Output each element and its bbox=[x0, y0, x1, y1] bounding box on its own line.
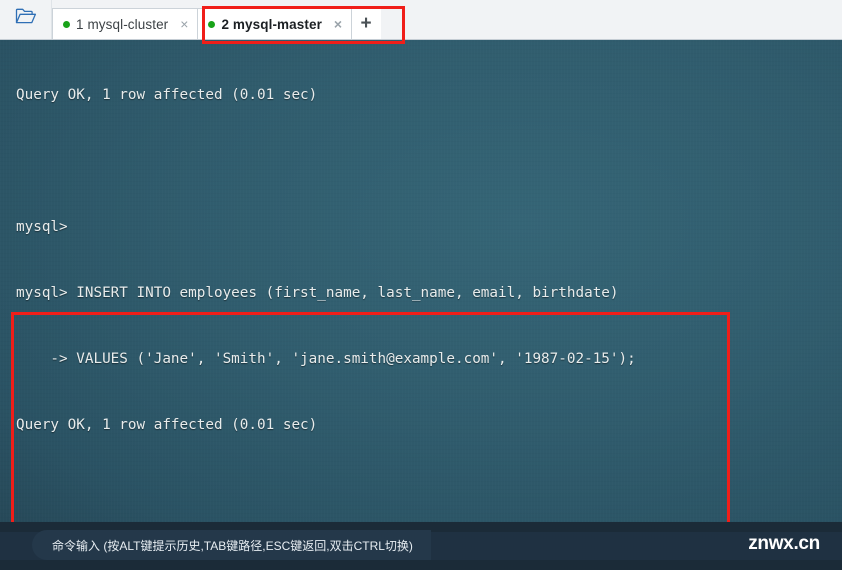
terminal-line: mysql> bbox=[16, 219, 68, 235]
app-window: 1 mysql-cluster × 2 mysql-master × + Que… bbox=[0, 0, 842, 570]
terminal-line: Query OK, 1 row affected (0.01 sec) bbox=[16, 87, 318, 103]
tab-close-icon[interactable]: × bbox=[328, 17, 344, 31]
tab-mysql-master[interactable]: 2 mysql-master × bbox=[197, 8, 353, 39]
command-input-hint: 命令输入 (按ALT键提示历史,TAB键路径,ESC键返回,双击CTRL切换) bbox=[52, 538, 413, 553]
terminal-line: Query OK, 1 row affected (0.01 sec) bbox=[16, 417, 318, 433]
terminal-line: -> VALUES ('Jane', 'Smith', 'jane.smith@… bbox=[16, 351, 636, 367]
tab-label: 1 mysql-cluster bbox=[76, 16, 169, 32]
tab-status-dot-icon bbox=[63, 20, 70, 28]
tab-bar: 1 mysql-cluster × 2 mysql-master × + bbox=[0, 0, 842, 40]
tab-bar-filler bbox=[381, 8, 842, 39]
terminal-line: mysql> INSERT INTO employees (first_name… bbox=[16, 285, 619, 301]
status-bar: 命令输入 (按ALT键提示历史,TAB键路径,ESC键返回,双击CTRL切换) … bbox=[0, 522, 842, 570]
terminal-text: Query OK, 1 row affected (0.01 sec) mysq… bbox=[16, 40, 842, 522]
tab-mysql-cluster[interactable]: 1 mysql-cluster × bbox=[52, 8, 199, 39]
terminal-output-area[interactable]: Query OK, 1 row affected (0.01 sec) mysq… bbox=[0, 40, 842, 522]
watermark: znwx.cn bbox=[748, 533, 820, 554]
tab-status-dot-icon bbox=[208, 20, 216, 28]
new-tab-button[interactable]: + bbox=[351, 8, 382, 39]
open-folder-button[interactable] bbox=[0, 0, 52, 39]
tab-close-icon[interactable]: × bbox=[174, 17, 190, 31]
open-folder-icon bbox=[15, 7, 37, 31]
command-input-hint-pill[interactable]: 命令输入 (按ALT键提示历史,TAB键路径,ESC键返回,双击CTRL切换) bbox=[32, 530, 431, 560]
tab-label: 2 mysql-master bbox=[221, 16, 322, 32]
